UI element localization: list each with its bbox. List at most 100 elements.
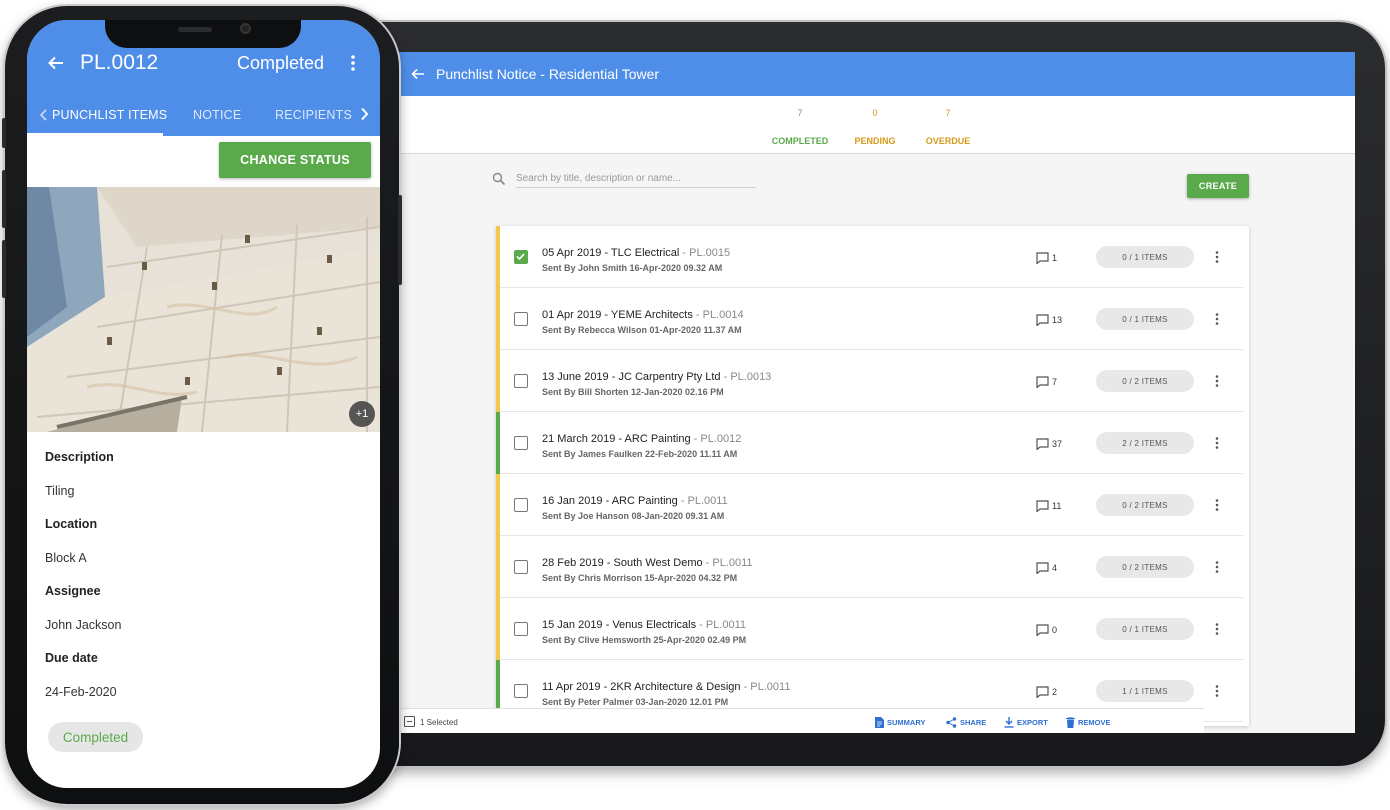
row-title: 01 Apr 2019 - YEME Architects - PL.0014 (542, 309, 744, 321)
list-item[interactable]: 05 Apr 2019 - TLC Electrical - PL.0015 S… (496, 226, 1243, 288)
comment-icon (1036, 562, 1049, 574)
stat-completed-label: COMPLETED (771, 136, 829, 146)
items-progress: 0 / 2 ITEMS (1096, 494, 1194, 516)
tablet-app-bar: Punchlist Notice - Residential Tower (398, 52, 1355, 96)
list-item[interactable]: 28 Feb 2019 - South West Demo - PL.0011 … (496, 536, 1243, 598)
more-vert-icon[interactable] (345, 54, 361, 72)
comment-count: 7 (1052, 377, 1058, 387)
row-checkbox[interactable] (514, 498, 528, 512)
row-title-text: 15 Jan 2019 - Venus Electricals (542, 619, 697, 631)
status-indicator (496, 350, 500, 412)
phone-power-button (398, 195, 402, 285)
status-summary: 7 COMPLETED 0 PENDING 7 OVERDUE (398, 96, 1355, 154)
row-checkbox[interactable] (514, 622, 528, 636)
more-vert-icon[interactable] (1210, 436, 1224, 450)
comment-icon (1036, 624, 1049, 636)
row-sent-by: Sent By Peter Palmer 03-Jan-2020 12.01 P… (542, 697, 729, 707)
phone-mute-switch (2, 118, 6, 148)
back-arrow-icon[interactable] (410, 66, 426, 82)
stat-pending[interactable]: 0 PENDING (840, 108, 910, 146)
row-code: - PL.0011 (702, 557, 753, 569)
tab-recipients[interactable]: RECIPIENTS (275, 108, 352, 122)
share-button[interactable]: SHARE (946, 717, 986, 728)
back-arrow-icon[interactable] (47, 54, 65, 72)
row-title: 28 Feb 2019 - South West Demo - PL.0011 (542, 557, 753, 569)
field-value-due-date: 24-Feb-2020 (45, 685, 117, 699)
tab-bar: PUNCHLIST ITEMS NOTICE RECIPIENTS (27, 102, 380, 136)
row-checkbox[interactable] (514, 250, 528, 264)
items-progress: 2 / 2 ITEMS (1096, 432, 1194, 454)
more-vert-icon[interactable] (1210, 560, 1224, 574)
row-title-text: 11 Apr 2019 - 2KR Architecture & Design (542, 681, 741, 693)
download-icon (1004, 717, 1014, 728)
row-title-text: 13 June 2019 - JC Carpentry Pty Ltd (542, 371, 721, 383)
deselect-icon[interactable] (404, 716, 415, 727)
row-code: - PL.0013 (720, 371, 772, 383)
more-vert-icon[interactable] (1210, 622, 1224, 636)
comment-icon (1036, 686, 1049, 698)
row-code: - PL.0014 (692, 309, 744, 321)
more-vert-icon[interactable] (1210, 374, 1224, 388)
change-status-button[interactable]: CHANGE STATUS (219, 142, 371, 178)
list-item[interactable]: 21 March 2019 - ARC Painting - PL.0012 S… (496, 412, 1243, 474)
tab-punchlist-items[interactable]: PUNCHLIST ITEMS (52, 108, 167, 122)
phone-screen: PL.0012 Completed PUNCHLIST ITEMS NOTICE… (27, 20, 380, 788)
row-code: - PL.0012 (690, 433, 742, 445)
create-button[interactable]: CREATE (1187, 174, 1249, 198)
more-vert-icon[interactable] (1210, 250, 1224, 264)
more-vert-icon[interactable] (1210, 498, 1224, 512)
row-checkbox[interactable] (514, 374, 528, 388)
more-photos-badge[interactable]: +1 (349, 401, 375, 427)
field-value-location: Block A (45, 551, 87, 565)
search-icon (492, 172, 506, 186)
stat-completed[interactable]: 7 COMPLETED (758, 108, 842, 146)
export-button[interactable]: EXPORT (1004, 717, 1048, 728)
search-input[interactable] (516, 170, 756, 188)
status-badge: Completed (48, 722, 143, 752)
row-title: 15 Jan 2019 - Venus Electricals - PL.001… (542, 619, 746, 631)
list-item[interactable]: 16 Jan 2019 - ARC Painting - PL.0011 Sen… (496, 474, 1243, 536)
row-checkbox[interactable] (514, 312, 528, 326)
row-title-text: 21 March 2019 - ARC Painting (542, 433, 691, 445)
chevron-left-icon[interactable] (39, 109, 49, 121)
stat-overdue-count: 7 (945, 108, 951, 118)
row-sent-by: Sent By James Faulken 22-Feb-2020 11.11 … (542, 449, 738, 459)
phone-notch (105, 20, 301, 48)
phone-volume-up (2, 170, 6, 228)
phone-speaker (178, 27, 212, 32)
list-item[interactable]: 01 Apr 2019 - YEME Architects - PL.0014 … (496, 288, 1243, 350)
more-vert-icon[interactable] (1210, 684, 1224, 698)
punchlist-item-photo[interactable] (27, 187, 380, 432)
list-item[interactable]: 13 June 2019 - JC Carpentry Pty Ltd - PL… (496, 350, 1243, 412)
row-checkbox[interactable] (514, 560, 528, 574)
trash-icon (1066, 717, 1075, 728)
tab-notice[interactable]: NOTICE (193, 108, 241, 122)
stat-pending-count: 0 (872, 108, 878, 118)
comment-icon (1036, 252, 1049, 264)
list-item[interactable]: 15 Jan 2019 - Venus Electricals - PL.001… (496, 598, 1243, 660)
stat-overdue[interactable]: 7 OVERDUE (913, 108, 983, 146)
row-code: - PL.0011 (677, 495, 728, 507)
remove-button[interactable]: REMOVE (1066, 717, 1111, 728)
selection-action-bar: 1 Selected SUMMARY SHARE EXPORT REMOVE (398, 708, 1204, 733)
export-label: EXPORT (1017, 718, 1048, 727)
field-label-assignee: Assignee (45, 584, 101, 598)
row-checkbox[interactable] (514, 436, 528, 450)
phone-front-camera (240, 23, 251, 34)
comment-count: 2 (1052, 687, 1058, 697)
row-sent-by: Sent By Bill Shorten 12-Jan-2020 02.16 P… (542, 387, 724, 397)
chevron-right-icon[interactable] (359, 107, 369, 121)
row-sent-by: Sent By Chris Morrison 15-Apr-2020 04.32… (542, 573, 738, 583)
row-title-text: 16 Jan 2019 - ARC Painting (542, 495, 678, 507)
comment-count: 1 (1052, 253, 1058, 263)
row-title-text: 28 Feb 2019 - South West Demo (542, 557, 703, 569)
comment-count: 13 (1052, 315, 1063, 325)
more-vert-icon[interactable] (1210, 312, 1224, 326)
row-checkbox[interactable] (514, 684, 528, 698)
active-tab-indicator (27, 133, 163, 136)
row-sent-by: Sent By Joe Hanson 08-Jan-2020 09.31 AM (542, 511, 725, 521)
comment-count: 0 (1052, 625, 1058, 635)
status-indicator (496, 288, 500, 350)
items-progress: 0 / 2 ITEMS (1096, 370, 1194, 392)
summary-button[interactable]: SUMMARY (875, 717, 925, 728)
